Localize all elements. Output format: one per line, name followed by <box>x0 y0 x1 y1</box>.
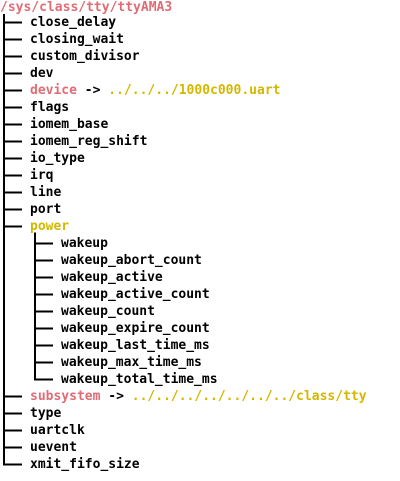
file-name: irq <box>30 168 54 183</box>
tree-entry-subsystem[interactable]: subsystem -> ../../../../../../../class/… <box>30 388 367 405</box>
file-name: line <box>30 185 62 200</box>
tree-entry-wakeup-active-count[interactable]: wakeup_active_count <box>61 286 210 303</box>
tree-entry-close-delay[interactable]: close_delay <box>30 14 116 31</box>
tree-entry-wakeup-last-time-ms[interactable]: wakeup_last_time_ms <box>61 337 210 354</box>
file-name: dev <box>30 66 54 81</box>
file-name: wakeup_active <box>61 270 163 285</box>
tree-entry-type[interactable]: type <box>30 405 61 422</box>
file-name: wakeup_count <box>61 304 155 319</box>
tree-entry-line[interactable]: line <box>30 184 61 201</box>
tree-entry-io-type[interactable]: io_type <box>30 150 85 167</box>
file-name: wakeup_abort_count <box>61 253 202 268</box>
tree-entry-port[interactable]: port <box>30 201 61 218</box>
file-name: uartclk <box>30 423 85 438</box>
file-name: wakeup_total_time_ms <box>61 372 218 387</box>
symlink-arrow: -> <box>100 389 132 404</box>
file-name: flags <box>30 100 70 115</box>
tree-entry-wakeup-total-time-ms[interactable]: wakeup_total_time_ms <box>61 371 218 388</box>
symlink-target: ../../../1000c000.uart <box>108 83 281 98</box>
directory-tree: close_delay closing_wait custom_divisordev… <box>0 0 400 481</box>
tree-entry-wakeup-abort-count[interactable]: wakeup_abort_count <box>61 252 202 269</box>
file-name: io_type <box>30 151 85 166</box>
file-name: iomem_base <box>30 117 109 132</box>
tree-entry-wakeup-count[interactable]: wakeup_count <box>61 303 155 320</box>
file-name: wakeup_max_time_ms <box>61 355 202 370</box>
tree-entry-closing-wait[interactable]: closing_wait <box>30 31 124 48</box>
tree-entry-uevent[interactable]: uevent <box>30 439 77 456</box>
tree-entry-iomem-base[interactable]: iomem_base <box>30 116 108 133</box>
file-name: wakeup_active_count <box>61 287 210 302</box>
file-name: wakeup <box>61 236 108 251</box>
tree-entry-flags[interactable]: flags <box>30 99 69 116</box>
symlink-arrow: -> <box>76 83 109 98</box>
tree-entry-power[interactable]: power <box>30 218 69 235</box>
tree-entry-iomem-reg-shift[interactable]: iomem_reg_shift <box>30 133 147 150</box>
file-name: wakeup_last_time_ms <box>61 338 210 353</box>
terminal-window: /sys/class/tty/ttyAMA3 close_delay closin… <box>0 0 400 481</box>
file-name: iomem_reg_shift <box>30 134 148 149</box>
tree-entry-wakeup-max-time-ms[interactable]: wakeup_max_time_ms <box>61 354 202 371</box>
file-name: xmit_fifo_size <box>30 457 140 472</box>
file-name: closing_wait <box>30 32 124 47</box>
file-name: wakeup_expire_count <box>61 321 210 336</box>
symlink-target: ../../../../../../../class/tty <box>131 389 367 404</box>
file-name: custom_divisor <box>30 49 140 64</box>
tree-entry-wakeup-expire-count[interactable]: wakeup_expire_count <box>61 320 210 337</box>
tree-entry-wakeup[interactable]: wakeup <box>61 235 108 252</box>
symlink-name: device <box>30 83 77 98</box>
dir-name: power <box>30 219 70 234</box>
tree-entry-dev[interactable]: dev <box>30 65 53 82</box>
file-name: type <box>30 406 62 421</box>
tree-entry-custom-divisor[interactable]: custom_divisor <box>30 48 140 65</box>
tree-entry-uartclk[interactable]: uartclk <box>30 422 85 439</box>
file-name: uevent <box>30 440 77 455</box>
symlink-name: subsystem <box>30 389 101 404</box>
file-name: port <box>30 202 62 217</box>
file-name: close_delay <box>30 15 117 30</box>
tree-entry-wakeup-active[interactable]: wakeup_active <box>61 269 163 286</box>
tree-entry-device[interactable]: device -> ../../../1000c000.uart <box>30 82 280 99</box>
tree-entry-irq[interactable]: irq <box>30 167 53 184</box>
tree-entry-xmit-fifo-size[interactable]: xmit_fifo_size <box>30 456 140 473</box>
